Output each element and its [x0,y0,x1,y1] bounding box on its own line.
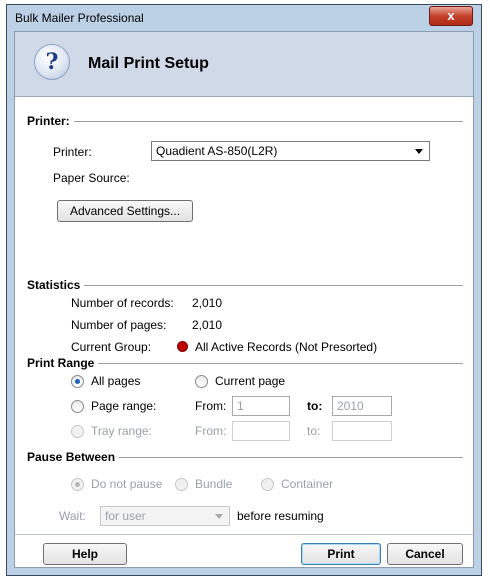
wait-label: Wait: [59,509,86,523]
page-to-input[interactable]: 2010 [332,396,392,416]
bundle-radio[interactable] [175,478,188,491]
help-question-icon: ? [34,44,70,80]
close-icon: x [447,8,455,23]
chevron-down-icon [215,514,223,519]
page-to-value: 2010 [337,399,364,413]
container-label[interactable]: Container [281,477,333,491]
bundle-label[interactable]: Bundle [195,477,232,491]
footer-divider [15,534,473,535]
dialog-content: ? Mail Print Setup Printer: Printer: Qua… [14,31,474,568]
advanced-settings-button[interactable]: Advanced Settings... [57,200,193,222]
records-value: 2,010 [192,296,223,310]
tray-range-radio[interactable] [71,425,84,438]
title-bar[interactable]: Bulk Mailer Professional x [7,5,481,31]
wait-select[interactable]: for user [100,506,230,526]
page-range-radio[interactable] [71,400,84,413]
statistics-divider [27,285,463,286]
page-title: Mail Print Setup [88,55,209,72]
printer-divider [27,121,463,122]
close-button[interactable]: x [429,6,473,26]
cancel-button[interactable]: Cancel [387,543,463,565]
status-indicator-icon [177,341,188,352]
page-to-label: to: [307,399,323,413]
do-not-pause-radio[interactable] [71,478,84,491]
dialog-window: Bulk Mailer Professional x ? Mail Print … [6,4,482,576]
tray-range-label[interactable]: Tray range: [91,424,152,438]
container-radio[interactable] [261,478,274,491]
tray-to-label: to: [307,424,321,438]
print-button[interactable]: Print [301,543,381,565]
tray-from-input[interactable] [232,421,290,441]
current-group-value: All Active Records (Not Presorted) [195,340,378,354]
pages-value: 2,010 [192,318,223,332]
window-title: Bulk Mailer Professional [15,11,144,25]
help-button[interactable]: Help [43,543,127,565]
all-pages-radio[interactable] [71,375,84,388]
header-banner: ? Mail Print Setup [15,32,473,97]
pause-section-title: Pause Between [27,450,120,464]
current-page-radio[interactable] [195,375,208,388]
printer-select[interactable]: Quadient AS-850(L2R) [151,141,430,161]
before-resuming-label: before resuming [237,509,324,523]
current-group-label: Current Group: [71,340,152,354]
page-from-label: From: [195,399,227,413]
tray-to-input[interactable] [332,421,392,441]
chevron-down-icon [415,149,423,154]
page-range-label[interactable]: Page range: [91,399,156,413]
printer-select-value: Quadient AS-850(L2R) [156,144,278,158]
pages-label: Number of pages: [71,318,167,332]
page-from-input[interactable]: 1 [232,396,290,416]
statistics-section-title: Statistics [27,278,85,292]
printer-section-title: Printer: [27,114,74,128]
printer-label: Printer: [53,145,92,159]
tray-from-label: From: [195,424,227,438]
all-pages-label[interactable]: All pages [91,374,140,388]
wait-select-value: for user [105,509,146,523]
do-not-pause-label[interactable]: Do not pause [91,477,162,491]
print-range-section-title: Print Range [27,356,99,370]
paper-source-label: Paper Source: [53,171,130,185]
page-from-value: 1 [237,399,244,413]
current-page-label[interactable]: Current page [215,374,285,388]
records-label: Number of records: [71,296,174,310]
